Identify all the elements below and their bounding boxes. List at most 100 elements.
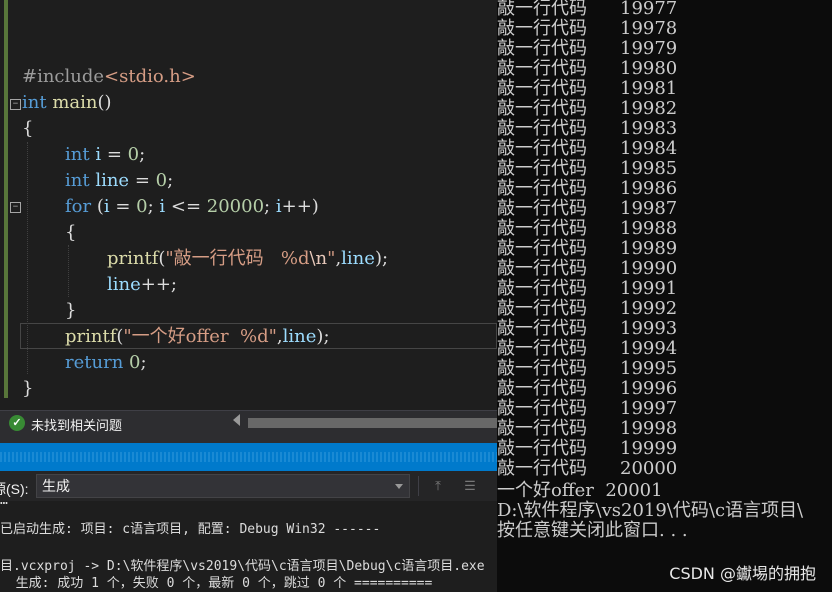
code-line-main: int main()	[22, 90, 112, 116]
find-message-icon[interactable]: ⤒	[428, 476, 448, 496]
console-line-number: 19994	[620, 338, 678, 359]
console-line-prefix: 敲一行代码	[497, 318, 587, 339]
punct-token: ++;	[140, 274, 177, 295]
punct-token: =	[109, 196, 137, 217]
punct-token: ;	[140, 352, 147, 373]
keyword-token: int	[65, 170, 90, 191]
code-line-include: #include<stdio.h>	[22, 64, 196, 90]
code-editor[interactable]: #include<stdio.h> int main() { int i = 0…	[22, 0, 497, 410]
console-line-number: 19992	[620, 298, 678, 319]
scroll-left-arrow-icon[interactable]	[233, 414, 240, 426]
console-line-number: 19979	[620, 38, 678, 59]
identifier-token: line	[341, 248, 375, 269]
string-token: "敲一行代码 %d	[165, 248, 310, 269]
console-line: 敲一行代码 19977	[497, 0, 677, 19]
punct-token: }	[65, 300, 77, 321]
console-line-prefix: 敲一行代码	[497, 378, 587, 399]
console-line-prefix: 敲一行代码	[497, 438, 587, 459]
punct-token: <=	[165, 196, 207, 217]
console-line-prefix: 敲一行代码	[497, 58, 587, 79]
console-line: 敲一行代码 19992	[497, 299, 677, 319]
punct-token: (	[91, 196, 104, 217]
punct-token: =	[101, 144, 128, 165]
identifier-token: line	[282, 326, 317, 347]
console-line-number: 19995	[620, 358, 678, 379]
punct-token: ;	[167, 170, 174, 191]
toolbar-separator	[418, 476, 419, 496]
code-line-printf2: printf("一个好offer %d",line);	[65, 326, 330, 347]
change-indicator-bar	[4, 0, 8, 398]
issues-status-text[interactable]: 未找到相关问题	[31, 415, 122, 434]
output-text-area[interactable]: … 已启动生成: 项目: c语言项目, 配置: Debug Win32 ----…	[0, 493, 497, 592]
function-token: printf	[107, 248, 159, 269]
console-line-prefix: 敲一行代码	[497, 238, 587, 259]
console-line-number: 19989	[620, 238, 678, 259]
clear-all-icon[interactable]: ☰	[460, 476, 480, 496]
collapse-main-icon[interactable]: −	[10, 99, 21, 110]
console-line-number: 19984	[620, 138, 678, 159]
keyword-token: int	[65, 144, 90, 165]
console-line-prefix: 敲一行代码	[497, 0, 587, 19]
horizontal-scrollbar[interactable]	[248, 418, 497, 428]
chevron-down-icon	[395, 484, 403, 489]
number-token: 0	[127, 144, 140, 165]
punct-token: =	[129, 170, 156, 191]
output-panel: 源(S): 生成 ⤒ ☰ … 已启动生成: 项目: c语言项目, 配置: Deb…	[0, 471, 497, 592]
code-line-printf1: printf("敲一行代码 %d\n",line);	[107, 248, 389, 269]
console-line: 敲一行代码 19979	[497, 39, 677, 59]
punct-token: ()	[97, 92, 112, 113]
code-line-increment: line++;	[107, 272, 177, 298]
output-source-dropdown[interactable]: 生成	[36, 474, 410, 498]
console-line-number: 20000	[620, 458, 678, 479]
console-line-prefix: 敲一行代码	[497, 178, 587, 199]
console-line-prefix: 敲一行代码	[497, 358, 587, 379]
keyword-token: return	[65, 352, 124, 373]
keyword-token: int	[22, 92, 47, 113]
console-close-prompt: 按任意键关闭此窗口. . .	[497, 520, 688, 541]
console-line-prefix: 敲一行代码	[497, 258, 587, 279]
punct-token: );	[316, 326, 330, 347]
console-line-number: 19985	[620, 158, 678, 179]
watermark: CSDN @钀埸的拥抱	[669, 564, 816, 583]
console-window[interactable]: 敲一行代码 19977 敲一行代码 19978 敲一行代码 19979 敲一行代码 19980…	[497, 0, 832, 592]
number-token: 0	[129, 352, 141, 373]
console-line: 敲一行代码 19994	[497, 339, 677, 359]
console-final-line: 一个好offer 20001	[497, 480, 663, 501]
console-line: 敲一行代码 19981	[497, 79, 677, 99]
console-line-number: 19986	[620, 178, 678, 199]
console-line: 敲一行代码 19980	[497, 59, 677, 79]
collapse-for-icon[interactable]: −	[10, 202, 21, 213]
identifier-token: line	[107, 274, 141, 295]
indent-guide	[68, 245, 69, 297]
console-line-prefix: 敲一行代码	[497, 98, 587, 119]
console-line-prefix: 敲一行代码	[497, 278, 587, 299]
console-line: 敲一行代码 19986	[497, 179, 677, 199]
console-line-number: 19991	[620, 278, 678, 299]
console-line-prefix: 敲一行代码	[497, 458, 587, 479]
panel-splitter[interactable]	[0, 435, 497, 443]
console-line-prefix: 敲一行代码	[497, 38, 587, 59]
console-line: 敲一行代码 19991	[497, 279, 677, 299]
console-line-prefix: 敲一行代码	[497, 218, 587, 239]
console-line-prefix: 敲一行代码	[497, 418, 587, 439]
console-line-number: 19997	[620, 398, 678, 419]
number-token: 0	[136, 196, 148, 217]
punct-token: ;	[139, 144, 146, 165]
output-panel-titlebar[interactable]	[0, 443, 497, 471]
console-line-prefix: 敲一行代码	[497, 298, 587, 319]
string-token: "一个好offer %d"	[123, 326, 277, 347]
punct-token: );	[374, 248, 389, 269]
output-line: 生成: 成功 1 个，失败 0 个，最新 0 个，跳过 0 个 ========…	[0, 576, 433, 591]
titlebar-grip	[0, 452, 497, 462]
console-line: 敲一行代码 19983	[497, 119, 677, 139]
console-line: 敲一行代码 19978	[497, 19, 677, 39]
console-line: 敲一行代码 19995	[497, 359, 677, 379]
console-line-number: 19999	[620, 438, 678, 459]
console-line: 敲一行代码 19999	[497, 439, 677, 459]
console-line: 敲一行代码 19987	[497, 199, 677, 219]
console-line-number: 19988	[620, 218, 678, 239]
code-line-int-line: int line = 0;	[65, 168, 173, 194]
console-line-number: 19993	[620, 318, 678, 339]
console-line-number: 19987	[620, 198, 678, 219]
console-line-prefix: 敲一行代码	[497, 118, 587, 139]
